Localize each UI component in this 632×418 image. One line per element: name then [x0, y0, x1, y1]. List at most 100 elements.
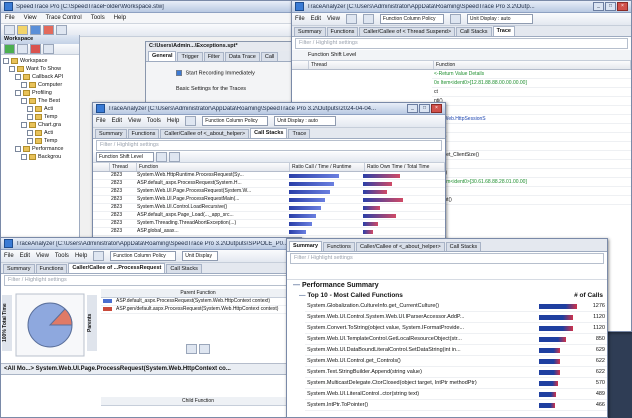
trace-bottom-left-titlebar[interactable]: TraceAnalyzer [C:\Users\Administrator\Ap… — [1, 238, 301, 250]
table-row[interactable]: Height() — [432, 196, 631, 205]
top10-item[interactable]: System.Web.UI.DataBoundLiteralControl.Se… — [305, 345, 607, 356]
expand-icon[interactable] — [3, 57, 9, 64]
table-row[interactable]: nti() — [432, 97, 631, 106]
top10-item[interactable]: System.Globalization.CultureInfo.get_Cur… — [305, 301, 607, 312]
expand-icon[interactable] — [15, 73, 21, 80]
tree-node[interactable]: Want To Show — [3, 65, 77, 73]
trace-bottom-left-filter-input[interactable]: Filter / Highlight settings — [4, 275, 298, 286]
menu-view[interactable]: View — [36, 253, 49, 259]
tab-functions[interactable]: Functions — [35, 264, 68, 273]
column-icon[interactable] — [362, 14, 374, 24]
expand-icon[interactable] — [27, 129, 33, 136]
expand-icon[interactable] — [9, 65, 15, 72]
unit-display-combo[interactable]: Unit Display : auto — [466, 14, 533, 24]
menu-file[interactable]: File — [96, 118, 106, 124]
table-row[interactable]: 0x Item<ident0>[12.81.88.88.00.00.00.00] — [432, 79, 631, 88]
maximize-icon[interactable]: □ — [605, 2, 616, 11]
grid-col-ratio-runtime[interactable]: Ratio Call / Time / Runtime — [290, 163, 365, 171]
grid-col-function[interactable]: Function — [434, 61, 631, 69]
menu-edit[interactable]: Edit — [20, 253, 30, 259]
tree-node[interactable]: Callback API — [3, 73, 77, 81]
expand-icon[interactable] — [27, 137, 33, 144]
table-row[interactable]: Size() — [432, 169, 631, 178]
play-icon[interactable] — [4, 44, 15, 54]
expand-icon[interactable] — [21, 97, 27, 104]
navigate-forward-icon[interactable] — [198, 344, 210, 354]
tab-caller-callee-of-thread-suspend[interactable]: Caller/Callee of < Thread Suspend> — [359, 27, 456, 36]
tab-caller-callee-of-about-helper[interactable]: Caller/Callee of <_about_helper> — [355, 242, 445, 251]
top10-item[interactable]: System.Web.UI.Control.System.Web.UI.IPar… — [305, 312, 607, 323]
maximize-icon[interactable]: □ — [419, 104, 430, 113]
close-icon[interactable]: × — [431, 104, 442, 113]
table-row[interactable]: 2823 ASP.default_aspx.Page_Load(..._app_s… — [93, 212, 445, 220]
expand-icon[interactable] — [15, 89, 21, 96]
properties-icon[interactable] — [56, 25, 67, 35]
expand-icon[interactable] — [27, 105, 33, 112]
trace-middle-titlebar[interactable]: TraceAnalyzer [C:\Users\Administrator\Ap… — [93, 103, 445, 115]
start-recording-row[interactable]: Start Recording Immediately — [176, 70, 292, 76]
close-icon[interactable]: × — [617, 2, 628, 11]
table-row[interactable] — [432, 142, 631, 151]
table-row[interactable] — [432, 160, 631, 169]
top10-item[interactable]: System.MulticastDelegate.CtorClosed(obje… — [305, 378, 607, 389]
sort-icon[interactable] — [93, 251, 105, 261]
tab-trace[interactable]: Trace — [492, 26, 515, 36]
tree-node[interactable]: Workspace — [3, 57, 77, 65]
top10-item[interactable]: System.Text.StringBuilder.Append(string … — [305, 367, 607, 378]
trace-bottom-right-filter-input[interactable]: Filter / Highlight settings — [290, 253, 604, 264]
menu-tools[interactable]: Tools — [55, 253, 69, 259]
tree-node[interactable]: Backgrou — [3, 153, 77, 161]
table-row[interactable]: ct — [432, 88, 631, 97]
trace-top-right-titlebar[interactable]: TraceAnalyzer [C:\Users\Administrator\Ap… — [292, 1, 631, 13]
expand-icon[interactable] — [27, 113, 33, 120]
top10-item[interactable]: System.Convert.ToString(object value, Sy… — [305, 323, 607, 334]
tab-trace[interactable]: Trace — [288, 129, 311, 138]
table-row[interactable]: 2823 System.Web.HttpRuntime.ProcessReques… — [93, 172, 445, 180]
grid-col-thread[interactable]: Thread — [110, 163, 137, 171]
tab-trigger[interactable]: Trigger — [177, 52, 203, 61]
table-row[interactable]: tion.get_ClientSize() — [432, 151, 631, 160]
start-recording-checkbox[interactable] — [176, 70, 182, 76]
parent-row[interactable]: ASP.gen/default.aspx.ProcessRequest(Syst… — [101, 306, 295, 314]
tab-general[interactable]: General — [148, 51, 177, 61]
tree-node[interactable]: Acti — [3, 105, 77, 113]
tab-summary[interactable]: Summary — [3, 264, 35, 273]
tree-node[interactable]: Profiling — [3, 89, 77, 97]
table-row[interactable]: Value — [432, 133, 631, 142]
menu-trace-control[interactable]: Trace Control — [46, 15, 82, 21]
collapse-icon[interactable]: — — [293, 282, 302, 289]
grid-col-ratio-own[interactable]: Ratio Own Time / Total Time — [365, 163, 445, 171]
sort-icon[interactable] — [185, 116, 197, 126]
trace-middle-filter-input[interactable]: Filter / Highlight settings — [96, 140, 442, 151]
parent-row[interactable]: ASP.default_aspx.ProcessRequest(System.W… — [101, 298, 295, 306]
grid-col-thread[interactable]: Thread — [309, 61, 434, 69]
minimize-icon[interactable]: _ — [593, 2, 604, 11]
menu-edit[interactable]: Edit — [311, 16, 321, 22]
function-nav-path[interactable]: <All Mo...> System.Web.UI.Page.ProcessRe… — [1, 364, 301, 375]
tree-node[interactable]: Temp — [3, 113, 77, 121]
filter-icon[interactable] — [449, 14, 461, 24]
tree-node[interactable]: Chart.gra — [3, 121, 77, 129]
tab-functions[interactable]: Functions — [323, 242, 355, 251]
table-row[interactable]: 2823 ASP.default_aspx.ProcessRequest(Syst… — [93, 180, 445, 188]
menu-view[interactable]: View — [327, 16, 340, 22]
top10-item[interactable]: System.Web.UI.Control.get_Controls() 622 — [305, 356, 607, 367]
menu-file[interactable]: File — [295, 16, 305, 22]
function-column-policy-combo[interactable]: Function Column Policy — [379, 14, 444, 24]
delete-icon[interactable] — [43, 25, 54, 35]
table-row[interactable] — [432, 106, 631, 115]
tab-call-stacks[interactable]: Call Stacks — [445, 242, 482, 251]
tab-caller-callee-of-about-helper[interactable]: Caller/Callee of <_about_helper> — [160, 129, 250, 138]
tab-summary[interactable]: Summary — [289, 241, 323, 251]
menu-file[interactable]: File — [4, 253, 14, 259]
table-row[interactable] — [432, 187, 631, 196]
tab-summary[interactable]: Summary — [95, 129, 127, 138]
tab-call-stacks[interactable]: Call Stacks — [166, 264, 202, 273]
grid-col-function[interactable]: Function — [137, 163, 290, 171]
refresh-icon[interactable] — [169, 152, 180, 162]
save-icon[interactable] — [30, 25, 41, 35]
record-icon[interactable] — [43, 44, 54, 54]
main-window-titlebar[interactable]: SpeedTrace Pro [C:\SpeedTraceFolder\Work… — [1, 1, 297, 13]
function-shift-level-combo[interactable]: Function Shift Level — [96, 152, 154, 162]
menu-help[interactable]: Help — [75, 253, 87, 259]
